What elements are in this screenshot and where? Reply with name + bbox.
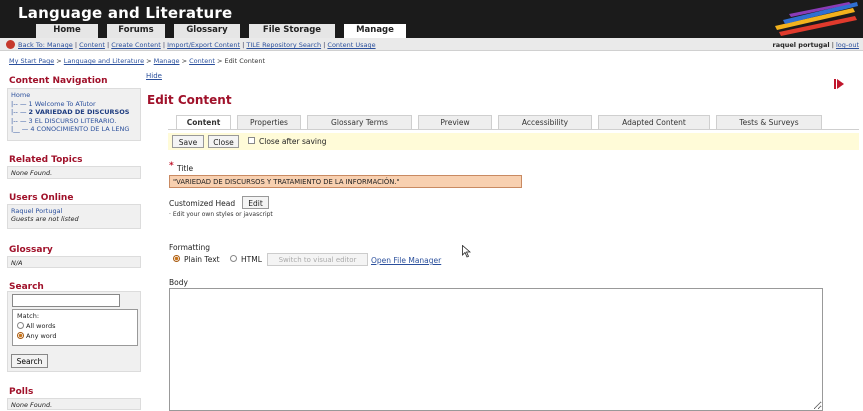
close-button[interactable]: Close [208,135,239,148]
html-radio[interactable] [230,255,237,262]
glossary-title: Glossary [9,245,53,255]
username: raquel portugal [772,41,830,49]
tab-file-storage[interactable]: File Storage [249,24,335,38]
users-online-box: Raquel Portugal Guests are not listed [7,204,141,229]
subnav-back-to-manage[interactable]: Back To: Manage [18,41,73,49]
hide-menu-link[interactable]: Hide [146,72,162,80]
tab-adapted-content[interactable]: Adapted Content [598,115,710,129]
subnav-import-export[interactable]: Import/Export Content [167,41,240,49]
sub-navigation: Back To: Manage | Content | Create Conte… [18,41,376,49]
sub-navigation-bar: Back To: Manage | Content | Create Conte… [0,38,863,51]
edit-head-button[interactable]: Edit [242,196,269,209]
tab-tests-surveys[interactable]: Tests & Surveys [716,115,822,129]
users-online-title: Users Online [9,193,74,203]
switch-visual-editor-button[interactable]: Switch to visual editor [267,253,368,266]
glossary-box: N/A [7,256,141,268]
crumb-manage[interactable]: Manage [154,57,180,65]
nav-item-1: |-- — 1 Welcome To ATutor [11,99,96,108]
tabs-divider [168,129,859,130]
crumb-content[interactable]: Content [189,57,215,65]
tab-properties[interactable]: Properties [237,115,301,129]
nav-item-4: |__ — 4 CONOCIMIENTO DE LA LENG [11,125,130,134]
related-topics-title: Related Topics [9,155,83,165]
page-title: Edit Content [147,93,232,107]
logout-link[interactable]: log-out [836,41,859,49]
required-marker: * [169,161,174,171]
open-file-manager-link[interactable]: Open File Manager [371,256,441,265]
tab-forums[interactable]: Forums [107,24,165,38]
formatting-label: Formatting [169,243,210,252]
polls-box: None Found. [7,398,141,410]
tab-glossary[interactable]: Glossary [174,24,240,38]
subnav-create-content[interactable]: Create Content [111,41,161,49]
customized-head-label: Customized Head [169,199,236,208]
crumb-current: Edit Content [224,57,266,65]
guests-note: Guests are not listed [11,215,79,223]
tab-manage[interactable]: Manage [344,24,406,38]
html-label: HTML [241,255,262,264]
tab-accessibility[interactable]: Accessibility [498,115,592,129]
subnav-content[interactable]: Content [79,41,105,49]
search-button[interactable]: Search [11,354,48,368]
save-button[interactable]: Save [172,135,204,148]
online-user[interactable]: Raquel Portugal [11,207,62,215]
plain-text-radio[interactable] [173,255,180,262]
breadcrumb: My Start Page > Language and Literature … [9,57,266,65]
search-match-options: Match: All words Any word [12,309,138,346]
any-word-label: Any word [26,332,57,340]
content-navigation-tree: Home |-- — 1 Welcome To ATutor |-- — 2 V… [7,88,141,141]
back-icon [6,40,15,49]
all-words-radio[interactable] [17,322,24,329]
customized-head-note: · Edit your own styles or javascript [169,211,273,218]
tab-glossary-terms[interactable]: Glossary Terms [307,115,412,129]
plain-text-label: Plain Text [184,255,220,264]
related-topics-value: None Found. [11,169,53,177]
close-after-saving-label: Close after saving [259,137,327,146]
tab-home[interactable]: Home [36,24,98,38]
tab-preview[interactable]: Preview [418,115,492,129]
body-label: Body [169,278,188,287]
content-tabs: Content Properties Glossary Terms Previe… [176,115,822,129]
main-tabs: Home Forums Glossary File Storage Manage [36,24,406,38]
collapse-arrow-icon[interactable] [834,79,844,89]
crumb-my-start-page[interactable]: My Start Page [9,57,54,65]
site-header: Language and Literature Home Forums Glos… [0,0,863,38]
pencils-logo-icon [775,2,858,36]
title-label: Title [177,164,194,173]
mouse-cursor-icon [462,245,471,258]
search-input[interactable] [12,294,120,307]
close-after-saving-checkbox[interactable] [248,137,255,144]
nav-item-3: |-- — 3 EL DISCURSO LITERARIO. [11,116,117,125]
user-info: raquel portugal | log-out [772,41,859,49]
related-topics-box: None Found. [7,166,141,179]
content-navigation-title: Content Navigation [9,76,108,86]
polls-title: Polls [9,387,34,397]
nav-home[interactable]: Home [11,91,137,100]
title-input[interactable]: "VARIEDAD DE DISCURSOS Y TRATAMIENTO DE … [169,175,522,188]
body-textarea[interactable] [169,288,823,411]
crumb-course[interactable]: Language and Literature [64,57,144,65]
tab-content[interactable]: Content [176,115,231,129]
glossary-value: N/A [11,259,23,267]
nav-item-2: |-- — 2 VARIEDAD DE DISCURSOS [11,108,130,117]
polls-value: None Found. [11,401,53,409]
all-words-label: All words [26,322,56,330]
subnav-content-usage[interactable]: Content Usage [327,41,375,49]
site-title: Language and Literature [18,4,233,22]
subnav-tile-search[interactable]: TILE Repository Search [246,41,321,49]
match-label: Match: [17,312,40,320]
any-word-radio[interactable] [17,332,24,339]
